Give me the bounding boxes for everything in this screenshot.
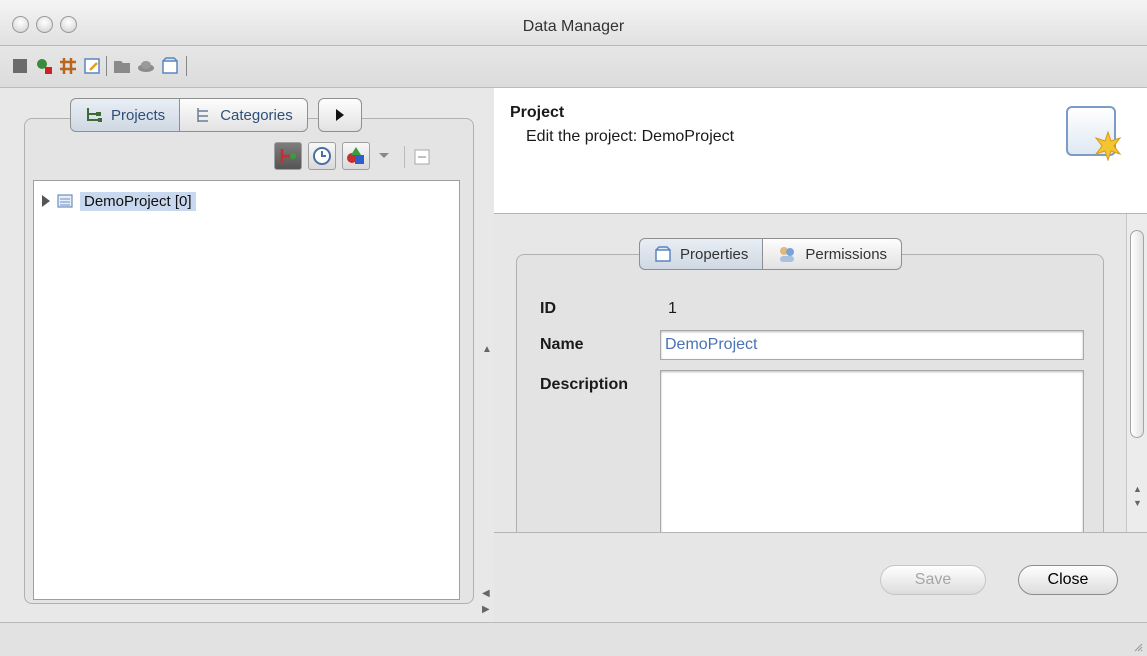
categories-tree-icon (197, 108, 209, 122)
editor-tabs: Properties Permissions (639, 238, 903, 270)
tab-categories[interactable]: Categories (180, 98, 308, 132)
splitter-up-arrow-icon[interactable]: ▲ (482, 344, 492, 355)
close-button[interactable]: Close (1018, 565, 1118, 595)
splitter-left-arrow-icon[interactable]: ◀ (482, 588, 490, 599)
hat-icon[interactable] (136, 56, 156, 76)
editor-form-area: Properties Permissions ID 1 Name Descrip… (494, 214, 1126, 532)
tab-permissions[interactable]: Permissions (763, 238, 903, 270)
project-tree[interactable]: DemoProject [0] (33, 180, 460, 600)
editor-title: Project (510, 104, 565, 121)
sparkle-star-icon (1094, 130, 1122, 162)
panel-splitter[interactable]: ▲ ◀ ▶ (478, 88, 494, 622)
id-label: ID (540, 300, 556, 317)
scroll-up-arrow-icon[interactable]: ▲ (1133, 484, 1142, 494)
properties-icon (655, 246, 671, 262)
name-field[interactable] (660, 330, 1084, 360)
editor-scrollbar[interactable]: ▲ ▼ (1126, 214, 1147, 532)
hierarchy-icon (280, 149, 296, 163)
shapes-icon (347, 147, 364, 164)
tab-projects[interactable]: Projects (70, 98, 181, 132)
name-label: Name (540, 336, 584, 353)
collapse-all-icon[interactable] (414, 149, 430, 165)
toolbar-separator (186, 56, 187, 76)
tab-properties-label: Properties (680, 245, 749, 263)
save-button[interactable]: Save (880, 565, 986, 595)
disclosure-triangle-icon[interactable] (42, 195, 50, 207)
play-arrow-icon (335, 109, 344, 121)
clock-icon (313, 147, 331, 165)
tree-item-label: DemoProject [0] (80, 191, 196, 211)
description-field[interactable] (660, 370, 1084, 532)
main-toolbar (0, 46, 1147, 88)
permissions-icon (780, 247, 795, 262)
editor-header: Project Edit the project: DemoProject (494, 88, 1147, 214)
splitter-right-arrow-icon[interactable]: ▶ (482, 604, 490, 615)
box-icon[interactable] (160, 56, 180, 76)
editor-footer: Save Close (494, 532, 1147, 622)
tab-categories-label: Categories (220, 106, 293, 124)
shapes-filter-button[interactable] (342, 142, 370, 170)
grid-icon[interactable] (58, 56, 78, 76)
projects-tree-icon (87, 108, 102, 122)
chevron-down-icon[interactable] (378, 152, 390, 160)
tab-properties[interactable]: Properties (639, 238, 764, 270)
title-bar: Data Manager (0, 0, 1147, 46)
project-icon (57, 194, 73, 208)
search-user-icon[interactable] (34, 56, 54, 76)
toolbar-separator (106, 56, 107, 76)
description-label: Description (540, 376, 629, 393)
tree-item-demoproject[interactable]: DemoProject [0] (40, 189, 196, 213)
window-title: Data Manager (522, 18, 625, 35)
scrollbar-thumb[interactable] (1130, 230, 1144, 438)
stop-icon[interactable] (10, 56, 30, 76)
more-tabs-button[interactable] (317, 98, 362, 132)
resize-grip-icon[interactable] (1133, 642, 1143, 652)
id-value: 1 (668, 300, 677, 317)
new-project-icon (1066, 106, 1122, 162)
folder-icon[interactable] (112, 56, 132, 76)
navigator-tabs: Projects Categories (70, 98, 362, 134)
tab-projects-label: Projects (111, 106, 166, 124)
scroll-down-arrow-icon[interactable]: ▼ (1133, 498, 1142, 508)
status-bar (0, 622, 1147, 656)
editor-subtitle: Edit the project: DemoProject (526, 128, 735, 145)
tree-toolbar (32, 136, 472, 180)
document-edit-icon[interactable] (82, 56, 102, 76)
tree-toolbar-separator (404, 146, 405, 168)
hierarchy-filter-button[interactable] (274, 142, 302, 170)
tab-permissions-label: Permissions (805, 245, 888, 263)
clock-filter-button[interactable] (308, 142, 336, 170)
